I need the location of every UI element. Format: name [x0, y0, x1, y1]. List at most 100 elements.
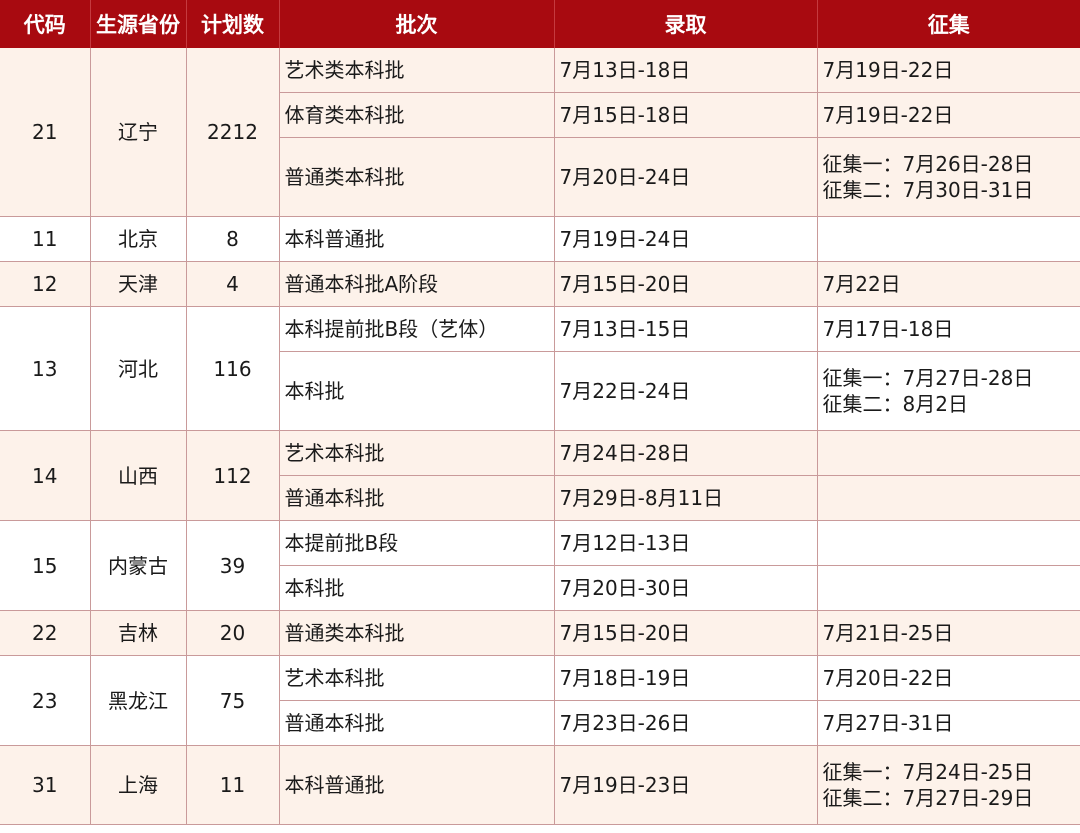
admission-cell: 7月20日-24日 [554, 137, 818, 217]
table-row: 11 北京 8 本科普通批 7月19日-24日 [0, 216, 1080, 262]
header-plan: 计划数 [186, 0, 280, 48]
admission-cell: 7月22日-24日 [554, 351, 818, 431]
table-row: 21 辽宁 2212 艺术类本科批 7月13日-18日 7月19日-22日 [0, 48, 1080, 217]
province-cell: 吉林 [90, 610, 187, 656]
admission-cell: 7月13日-15日 [554, 306, 818, 352]
table-row: 15 内蒙古 39 本提前批B段 7月12日-13日 [0, 520, 1080, 611]
admission-cell: 7月23日-26日 [554, 700, 818, 746]
code-cell: 13 [0, 306, 91, 431]
admission-cell: 7月24日-28日 [554, 430, 818, 476]
collection-line: 7月21日-25日 [822, 621, 954, 645]
code-cell: 12 [0, 261, 91, 307]
code-cell: 31 [0, 745, 91, 825]
province-cell: 河北 [90, 306, 187, 431]
batch-cell: 普通本科批A阶段 [279, 261, 555, 307]
collection-cell [817, 430, 1080, 476]
table-body: 21 辽宁 2212 艺术类本科批 7月13日-18日 7月19日-22日 体育类本科批 7月… [0, 48, 1080, 825]
batch-cell: 普通类本科批 [279, 610, 555, 656]
admission-cell: 7月18日-19日 [554, 655, 818, 701]
collection-cell: 7月19日-22日 [817, 92, 1080, 138]
code-cell: 21 [0, 48, 91, 217]
code-cell: 14 [0, 430, 91, 521]
collection-cell: 7月22日 [817, 261, 1080, 307]
admission-cell: 7月15日-20日 [554, 261, 818, 307]
collection-cell: 7月21日-25日 [817, 610, 1080, 656]
collection-line: 7月17日-18日 [822, 317, 954, 341]
admission-cell: 7月19日-24日 [554, 216, 818, 262]
batch-cell: 本科普通批 [279, 745, 555, 825]
collection-cell [817, 216, 1080, 262]
province-cell: 上海 [90, 745, 187, 825]
batch-cell: 本科提前批B段（艺体） [279, 306, 555, 352]
header-row: 代码 生源省份 计划数 批次 录取 征集 [0, 0, 1080, 48]
collection-line: 7月19日-22日 [822, 103, 954, 127]
batch-cell: 艺术本科批 [279, 655, 555, 701]
batch-cell: 本科普通批 [279, 216, 555, 262]
admission-cell: 7月12日-13日 [554, 520, 818, 566]
collection-line: 7月20日-22日 [822, 666, 954, 690]
province-cell: 天津 [90, 261, 187, 307]
collection-cell [817, 565, 1080, 611]
collection-cell [817, 475, 1080, 521]
batch-cell: 本科批 [279, 565, 555, 611]
province-cell: 黑龙江 [90, 655, 187, 746]
province-cell: 辽宁 [90, 48, 187, 217]
table-row: 23 黑龙江 75 艺术本科批 7月18日-19日 7月20日-22日 [0, 655, 1080, 746]
admission-cell: 7月20日-30日 [554, 565, 818, 611]
collection-cell: 7月27日-31日 [817, 700, 1080, 746]
collection-line: 7月19日-22日 [822, 58, 954, 82]
table-row: 31 上海 11 本科普通批 7月19日-23日 征集一：7月24日-25日 征集二：7月2… [0, 745, 1080, 825]
admission-cell: 7月15日-20日 [554, 610, 818, 656]
collection-line: 7月22日 [822, 272, 901, 296]
plan-cell: 39 [186, 520, 280, 611]
batch-cell: 体育类本科批 [279, 92, 555, 138]
admission-cell: 7月15日-18日 [554, 92, 818, 138]
code-cell: 23 [0, 655, 91, 746]
batch-cell: 普通本科批 [279, 700, 555, 746]
batch-cell: 普通本科批 [279, 475, 555, 521]
plan-cell: 75 [186, 655, 280, 746]
batch-cell: 艺术本科批 [279, 430, 555, 476]
header-batch: 批次 [279, 0, 555, 48]
province-cell: 山西 [90, 430, 187, 521]
collection-line: 征集一：7月26日-28日 [822, 152, 1034, 176]
admission-schedule-table: 代码 生源省份 计划数 批次 录取 征集 21 辽宁 2212 艺术类本科批 7月13日… [0, 0, 1080, 825]
code-cell: 11 [0, 216, 91, 262]
collection-cell: 征集一：7月24日-25日 征集二：7月27日-29日 [817, 745, 1080, 825]
batch-cell: 普通类本科批 [279, 137, 555, 217]
plan-cell: 20 [186, 610, 280, 656]
code-cell: 15 [0, 520, 91, 611]
plan-cell: 11 [186, 745, 280, 825]
table-row: 12 天津 4 普通本科批A阶段 7月15日-20日 7月22日 [0, 261, 1080, 307]
collection-cell: 7月19日-22日 [817, 48, 1080, 93]
collection-line: 征集二：7月30日-31日 [822, 178, 1034, 202]
collection-line: 征集二：7月27日-29日 [822, 786, 1034, 810]
table-row: 22 吉林 20 普通类本科批 7月15日-20日 7月21日-25日 [0, 610, 1080, 656]
plan-cell: 8 [186, 216, 280, 262]
plan-cell: 4 [186, 261, 280, 307]
table-row: 14 山西 112 艺术本科批 7月24日-28日 [0, 430, 1080, 521]
collection-line: 征集一：7月27日-28日 [822, 366, 1034, 390]
admission-cell: 7月19日-23日 [554, 745, 818, 825]
header-collection: 征集 [817, 0, 1080, 48]
province-cell: 内蒙古 [90, 520, 187, 611]
header-province: 生源省份 [90, 0, 187, 48]
collection-line: 征集二：8月2日 [822, 392, 968, 416]
collection-cell [817, 520, 1080, 566]
batch-cell: 本科批 [279, 351, 555, 431]
admission-cell: 7月29日-8月11日 [554, 475, 818, 521]
collection-cell: 7月17日-18日 [817, 306, 1080, 352]
collection-line: 7月27日-31日 [822, 711, 954, 735]
collection-cell: 征集一：7月27日-28日 征集二：8月2日 [817, 351, 1080, 431]
collection-cell: 征集一：7月26日-28日 征集二：7月30日-31日 [817, 137, 1080, 217]
header-code: 代码 [0, 0, 91, 48]
admission-cell: 7月13日-18日 [554, 48, 818, 93]
batch-cell: 艺术类本科批 [279, 48, 555, 93]
code-cell: 22 [0, 610, 91, 656]
header-admission: 录取 [554, 0, 818, 48]
batch-cell: 本提前批B段 [279, 520, 555, 566]
table-row: 13 河北 116 本科提前批B段（艺体） 7月13日-15日 7月17日-18日 [0, 306, 1080, 431]
plan-cell: 116 [186, 306, 280, 431]
collection-cell: 7月20日-22日 [817, 655, 1080, 701]
plan-cell: 2212 [186, 48, 280, 217]
